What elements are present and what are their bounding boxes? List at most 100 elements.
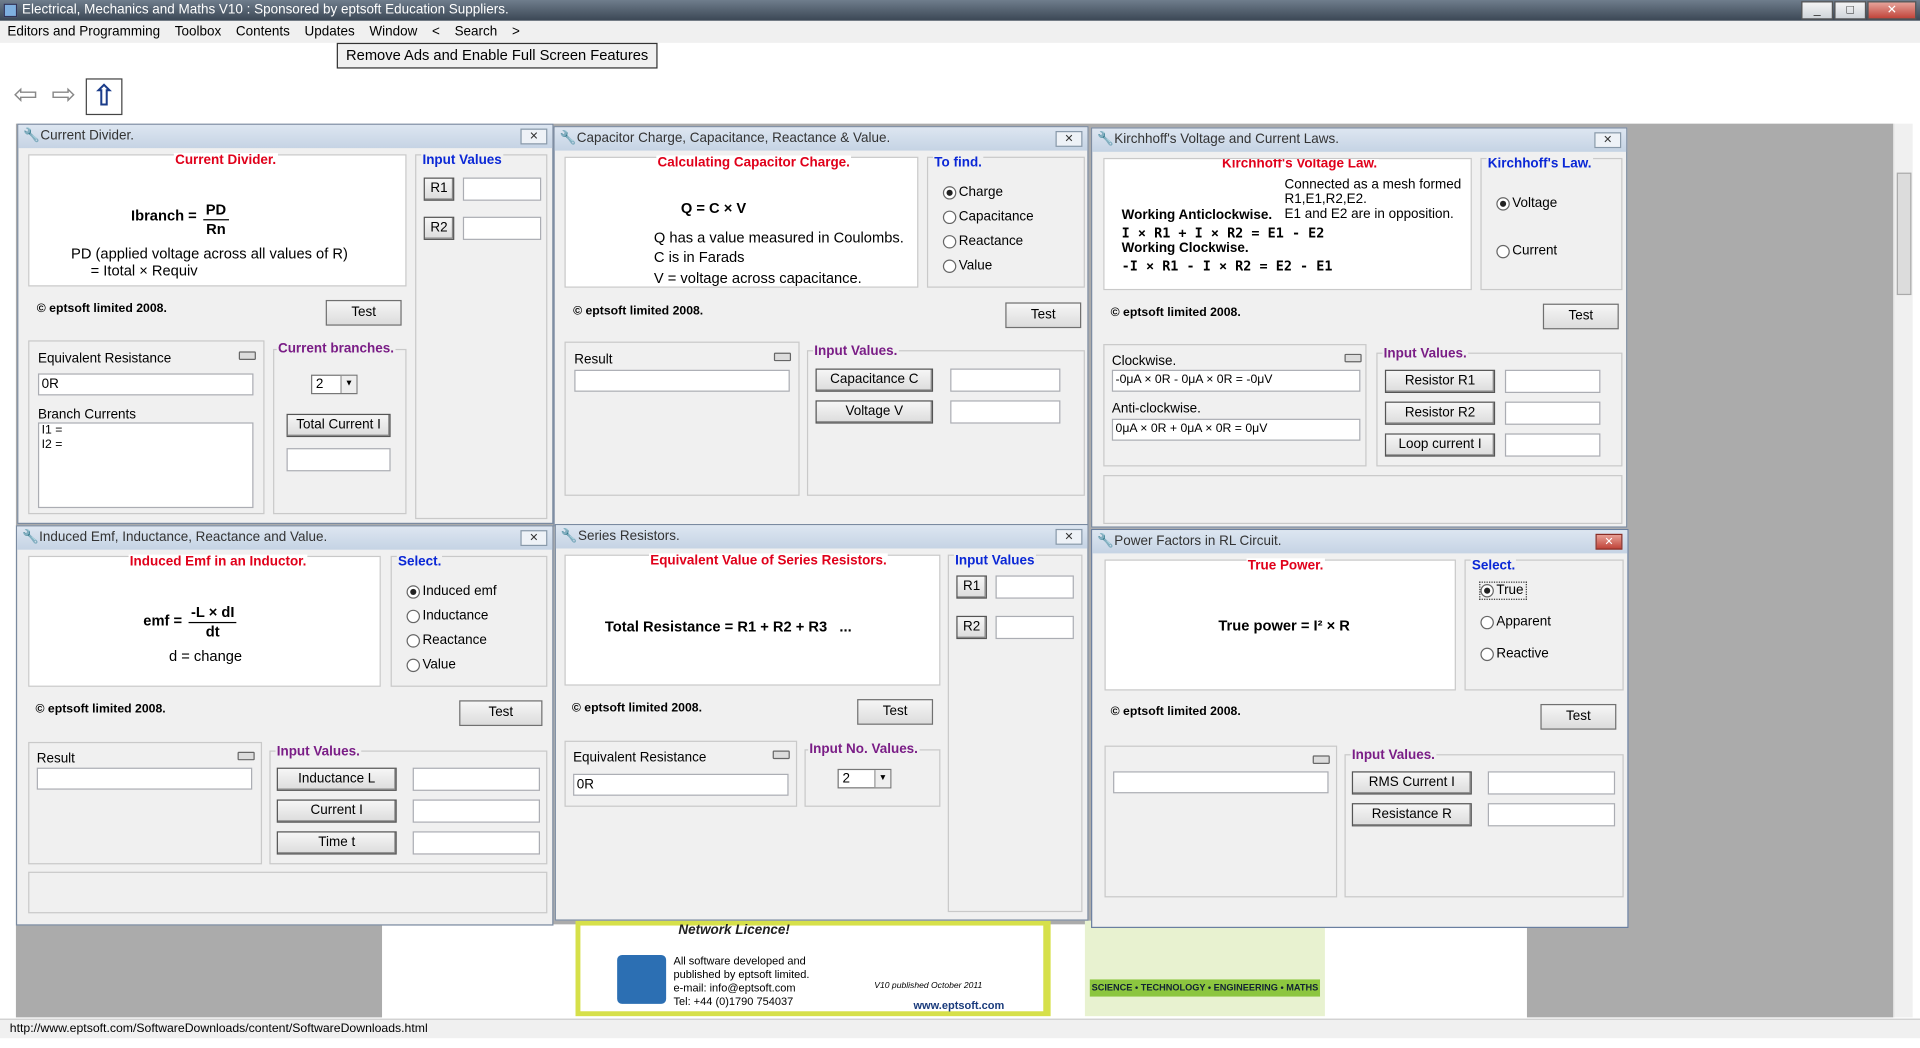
maximize-button[interactable]: □	[1834, 1, 1867, 20]
r2-input[interactable]	[995, 615, 1074, 640]
voltage-input[interactable]	[950, 400, 1061, 424]
test-button[interactable]: Test	[857, 699, 934, 725]
radio-inductance[interactable]: Inductance	[406, 608, 488, 624]
minimize-toggle-icon[interactable]	[238, 351, 256, 360]
resistor-r2-button[interactable]: Resistor R2	[1384, 401, 1496, 425]
anticlockwise-field[interactable]: 0μA × 0R + 0μA × 0R = 0μV	[1111, 418, 1361, 441]
radio-reactance[interactable]: Reactance	[406, 633, 487, 649]
total-current-button[interactable]: Total Current I	[286, 413, 391, 438]
r1-button[interactable]: R1	[956, 575, 987, 599]
menu-editors[interactable]: Editors and Programming	[7, 21, 160, 43]
ad-banner-right[interactable]: SCIENCE • TECHNOLOGY • ENGINEERING • MAT…	[1084, 920, 1325, 1017]
series-resistors-window: 🔧 Series Resistors. ✕ Equivalent Value o…	[554, 524, 1089, 921]
input-no-select[interactable]: 2 ▼	[837, 768, 892, 789]
menu-toolbox[interactable]: Toolbox	[175, 21, 221, 43]
r1-button[interactable]: R1	[423, 177, 455, 201]
resistor-r2-input[interactable]	[1504, 401, 1601, 425]
radio-value[interactable]: Value	[406, 657, 456, 673]
radio-reactive[interactable]: Reactive	[1480, 646, 1549, 662]
section-heading: Kirchhoff's Voltage Law.	[1220, 157, 1379, 172]
test-button[interactable]: Test	[1542, 303, 1619, 330]
window-close-button[interactable]: ✕	[1055, 131, 1083, 147]
r2-button[interactable]: R2	[956, 615, 987, 640]
equivalent-resistance-field[interactable]: 0R	[573, 773, 789, 796]
resistance-input[interactable]	[1487, 803, 1616, 827]
result-field[interactable]	[1113, 771, 1329, 794]
menu-prev[interactable]: <	[432, 21, 440, 43]
loop-current-button[interactable]: Loop current I	[1384, 433, 1496, 457]
r2-input[interactable]	[462, 216, 542, 240]
test-button[interactable]: Test	[1540, 703, 1617, 730]
test-button[interactable]: Test	[459, 700, 543, 727]
radio-value[interactable]: Value	[942, 258, 992, 274]
radio-current[interactable]: Current	[1496, 244, 1557, 260]
app-title: Electrical, Mechanics and Maths V10 : Sp…	[22, 2, 509, 18]
r1-input[interactable]	[995, 575, 1074, 599]
window-close-button[interactable]: ✕	[1594, 132, 1622, 149]
result-group	[1104, 745, 1338, 898]
current-button[interactable]: Current I	[276, 799, 397, 823]
vertical-scrollbar[interactable]	[1893, 123, 1913, 1018]
minimize-toggle-icon[interactable]	[1312, 755, 1330, 764]
test-button[interactable]: Test	[1005, 302, 1082, 329]
loop-current-input[interactable]	[1504, 433, 1601, 457]
menu-updates[interactable]: Updates	[305, 21, 355, 43]
section-heading: Induced Emf in an Inductor.	[128, 554, 308, 570]
result-field[interactable]	[36, 767, 253, 790]
minimize-button[interactable]: _	[1801, 1, 1834, 20]
radio-capacitance[interactable]: Capacitance	[942, 209, 1034, 225]
window-close-button[interactable]: ✕	[1055, 528, 1083, 545]
group-label: Current branches.	[276, 341, 396, 357]
minimize-toggle-icon[interactable]	[772, 750, 790, 760]
branches-select[interactable]: 2 ▼	[311, 374, 358, 395]
inductance-button[interactable]: Inductance L	[276, 767, 397, 791]
resistor-r1-input[interactable]	[1504, 369, 1601, 394]
close-button[interactable]: ✕	[1867, 1, 1917, 20]
radio-induced-emf[interactable]: Induced emf	[406, 584, 497, 600]
window-close-button[interactable]: ✕	[1595, 533, 1623, 550]
status-bar: http://www.eptsoft.com/SoftwareDownloads…	[0, 1018, 1920, 1039]
forward-arrow-icon[interactable]: ⇨	[45, 78, 82, 115]
voltage-button[interactable]: Voltage V	[815, 400, 934, 424]
window-close-button[interactable]: ✕	[520, 128, 548, 145]
current-input[interactable]	[412, 799, 541, 823]
radio-apparent[interactable]: Apparent	[1480, 615, 1551, 631]
group-label: To find.	[933, 155, 984, 171]
test-button[interactable]: Test	[325, 299, 402, 326]
resistor-r1-button[interactable]: Resistor R1	[1384, 369, 1496, 394]
branch-currents-list[interactable]: I1 = I2 =	[37, 422, 254, 509]
minimize-toggle-icon[interactable]	[1344, 353, 1362, 363]
remove-ads-button[interactable]: Remove Ads and Enable Full Screen Featur…	[336, 42, 658, 69]
r2-button[interactable]: R2	[423, 216, 455, 240]
total-current-field[interactable]	[286, 448, 391, 472]
resistance-button[interactable]: Resistance R	[1351, 803, 1472, 827]
radio-voltage[interactable]: Voltage	[1496, 196, 1557, 212]
menu-search[interactable]: Search	[455, 21, 498, 43]
scroll-thumb[interactable]	[1896, 172, 1912, 296]
up-arrow-icon[interactable]: ⇧	[85, 78, 123, 116]
app-title-bar: Electrical, Mechanics and Maths V10 : Sp…	[0, 0, 1920, 21]
time-button[interactable]: Time t	[276, 831, 397, 855]
clockwise-field[interactable]: -0μA × 0R - 0μA × 0R = -0μV	[1111, 369, 1361, 392]
ad-text: All software developed and	[673, 954, 806, 968]
window-close-button[interactable]: ✕	[520, 530, 548, 547]
back-arrow-icon[interactable]: ⇦	[7, 78, 44, 115]
minimize-toggle-icon[interactable]	[237, 751, 255, 761]
minimize-toggle-icon[interactable]	[773, 352, 792, 362]
result-field[interactable]	[574, 369, 790, 392]
radio-charge[interactable]: Charge	[942, 185, 1003, 201]
menu-next[interactable]: >	[512, 21, 520, 43]
radio-true[interactable]: True	[1479, 581, 1528, 600]
radio-reactance[interactable]: Reactance	[942, 234, 1023, 250]
rms-current-input[interactable]	[1487, 771, 1616, 795]
inductance-input[interactable]	[412, 767, 541, 791]
rms-current-button[interactable]: RMS Current I	[1351, 771, 1472, 795]
r1-input[interactable]	[462, 177, 542, 201]
menu-contents[interactable]: Contents	[236, 21, 290, 43]
menu-window[interactable]: Window	[369, 21, 417, 43]
capacitance-input[interactable]	[950, 368, 1061, 392]
capacitance-button[interactable]: Capacitance C	[815, 368, 934, 392]
equivalent-resistance-field[interactable]: 0R	[37, 373, 254, 396]
ad-banner-left[interactable]: Network Licence! All software developed …	[575, 920, 1051, 1017]
time-input[interactable]	[412, 831, 541, 855]
